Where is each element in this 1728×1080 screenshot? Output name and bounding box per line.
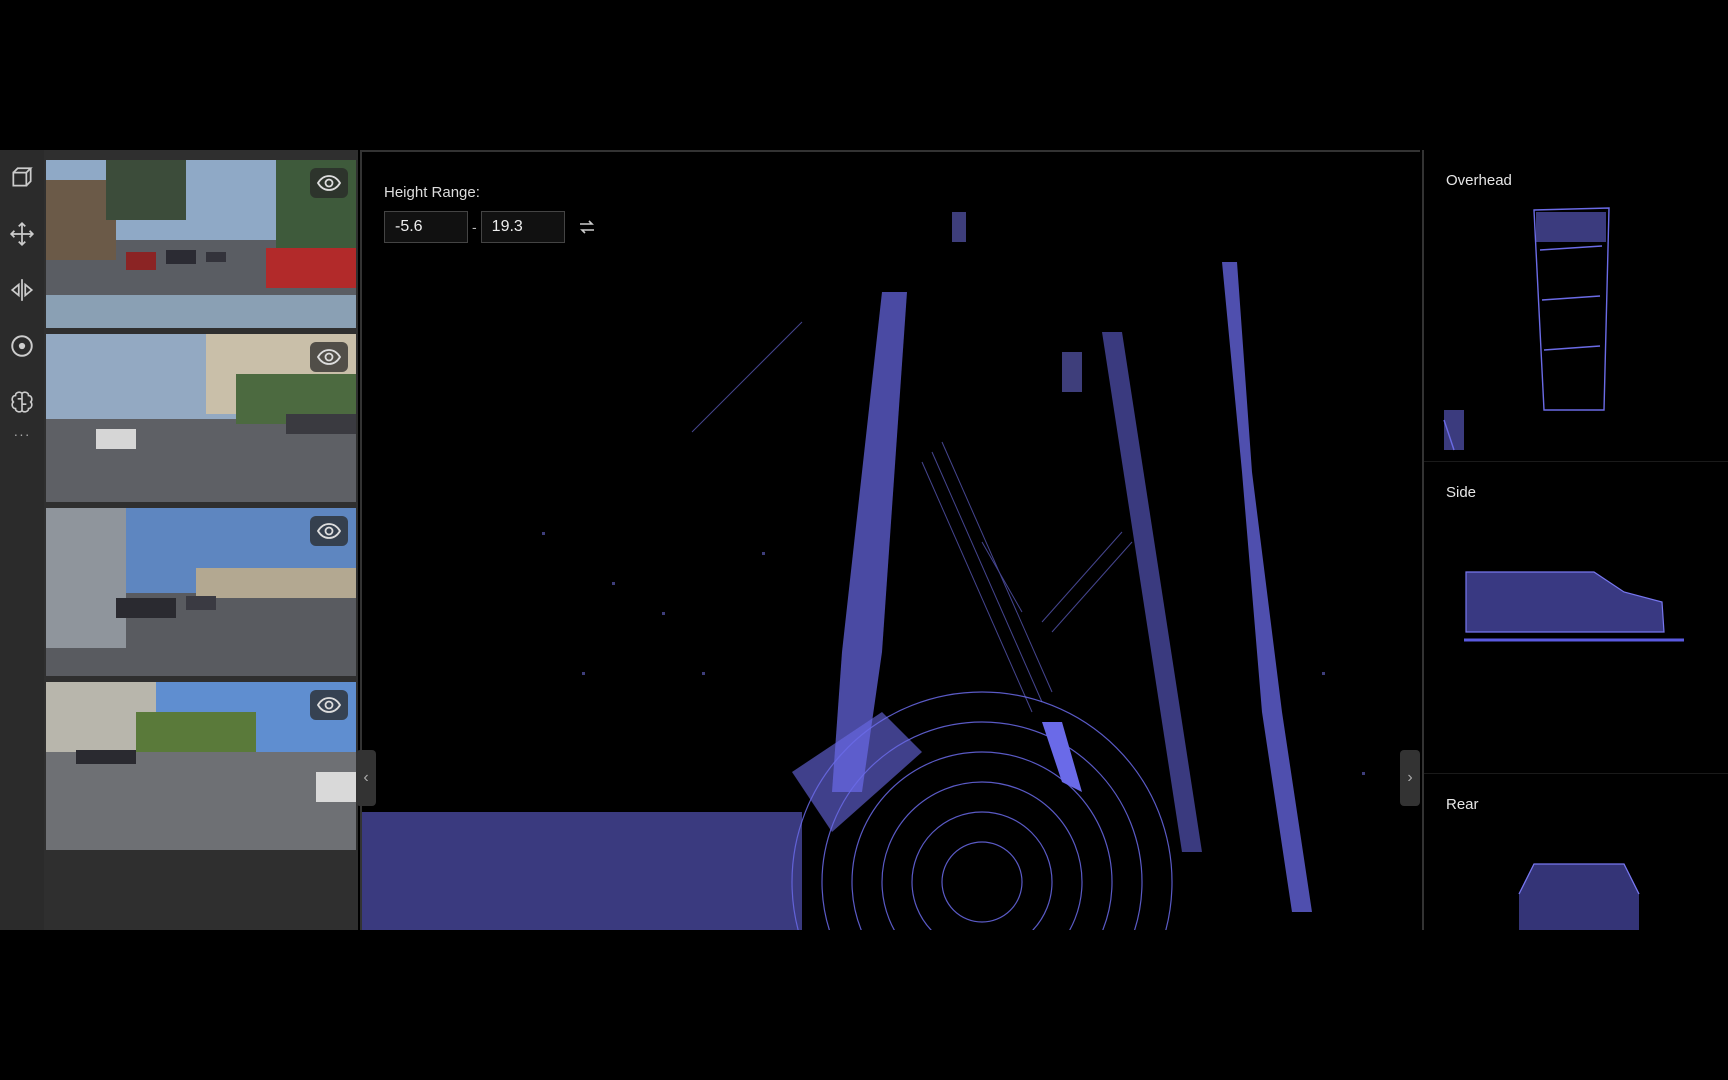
camera-side-left[interactable] — [46, 508, 356, 676]
focus-tool-button[interactable] — [0, 318, 44, 374]
mini-views-panel: Overhead Side Rear — [1422, 150, 1728, 930]
side-view-render — [1464, 571, 1684, 642]
camera-rear-left[interactable] — [46, 682, 356, 850]
camera-panel — [44, 150, 358, 930]
overhead-view-render — [1443, 207, 1610, 451]
point-cloud-viewport[interactable]: Height Range: - — [360, 150, 1420, 930]
mirror-tool-button[interactable] — [0, 262, 44, 318]
camera-front-visibility-toggle[interactable] — [310, 168, 348, 198]
rear-view-title: Rear — [1446, 796, 1479, 813]
more-tools[interactable]: ··· — [14, 427, 31, 441]
height-range-label: Height Range: — [384, 184, 480, 201]
eye-icon — [317, 697, 341, 713]
eye-icon — [317, 175, 341, 191]
camera-front-left-visibility-toggle[interactable] — [310, 342, 348, 372]
flip-horizontal-icon — [10, 279, 34, 301]
camera-side-left-visibility-toggle[interactable] — [310, 516, 348, 546]
height-min-input[interactable] — [384, 211, 468, 243]
move-tool-button[interactable] — [0, 206, 44, 262]
point-cloud-render — [362, 212, 1365, 930]
height-max-input[interactable] — [480, 211, 565, 243]
brain-icon — [11, 391, 33, 413]
rear-view[interactable]: Rear — [1424, 774, 1728, 930]
move-arrows-icon — [9, 221, 35, 247]
cuboid-tool-button[interactable] — [0, 150, 44, 206]
swap-icon[interactable] — [577, 217, 597, 237]
camera-rear-left-visibility-toggle[interactable] — [310, 690, 348, 720]
annotation-app: ··· Height Range: -5.6 - 19.3 ‹ › Overhe… — [0, 150, 1728, 930]
eye-icon — [317, 349, 341, 365]
collapse-left-panel-button[interactable]: ‹ — [356, 750, 376, 806]
height-range-control: Height Range: - — [384, 184, 597, 243]
target-icon — [11, 335, 33, 357]
side-view-title: Side — [1446, 484, 1477, 501]
collapse-right-panel-button[interactable]: › — [1400, 750, 1420, 806]
cube-icon — [12, 167, 33, 187]
overhead-view[interactable]: Overhead — [1424, 150, 1728, 462]
camera-front-left[interactable] — [46, 334, 356, 502]
camera-front[interactable] — [46, 160, 356, 328]
brain-tool-button[interactable] — [0, 374, 44, 430]
range-separator: - — [472, 219, 477, 235]
overhead-view-title: Overhead — [1446, 172, 1512, 189]
side-view[interactable]: Side — [1424, 462, 1728, 774]
eye-icon — [317, 523, 341, 539]
left-toolbar: ··· — [0, 150, 44, 930]
